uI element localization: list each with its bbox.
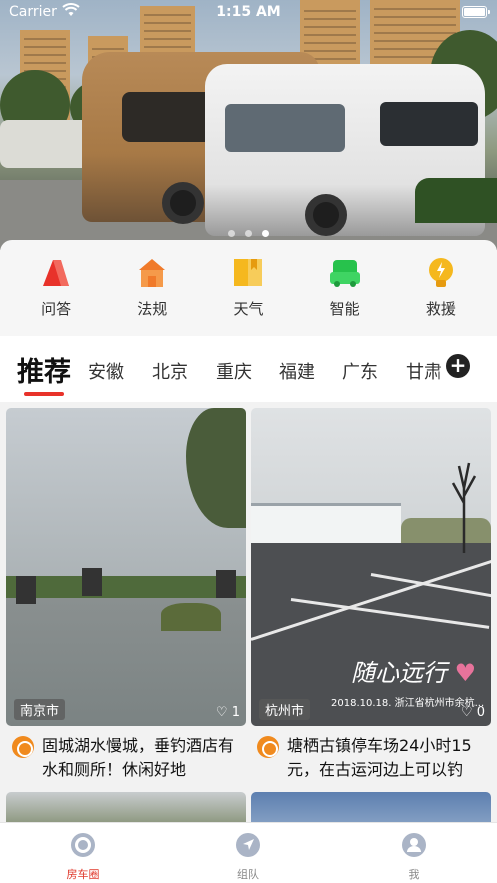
tab-guangdong[interactable]: 广东 <box>342 358 378 384</box>
like-count[interactable]: ♡ 1 <box>216 705 240 720</box>
quick-action-label: 天气 <box>233 300 264 318</box>
quick-action-smart[interactable]: 智能 <box>305 240 385 336</box>
post-image-peek[interactable] <box>251 792 491 822</box>
region-tabs: 推荐 安徽 北京 重庆 福建 广东 甘肃 + <box>0 336 497 402</box>
quick-actions: 问答 法规 天气 智能 救援 <box>0 240 497 336</box>
battery-icon <box>462 6 490 18</box>
active-tab-indicator <box>24 392 64 396</box>
warehouse <box>251 503 401 543</box>
like-count-value: 1 <box>231 705 240 720</box>
post-card[interactable]: 随心远行 ♥ 2018.10.18. 浙江省杭州市余杭... 杭州市 ♡ 0 塘… <box>251 408 491 782</box>
smart-car-icon <box>328 256 362 290</box>
post-title: 塘栖古镇停车场24小时15元，在古运河边上可以钓 <box>287 736 472 779</box>
tab-beijing[interactable]: 北京 <box>152 358 188 384</box>
wheel <box>162 182 204 224</box>
post-feed: 南京市 ♡ 1 固城湖水慢城，垂钓酒店有水和厕所！休闲好地 随心远行 ♥ 201… <box>0 402 497 822</box>
post-image[interactable]: 随心远行 ♥ 2018.10.18. 浙江省杭州市余杭... 杭州市 ♡ 0 <box>251 408 491 726</box>
quick-action-weather[interactable]: 天气 <box>208 240 288 336</box>
add-tab-button[interactable]: + <box>446 354 470 378</box>
photo-signature: 随心远行 ♥ <box>351 653 476 688</box>
status-bar: Carrier 1:15 AM <box>0 0 497 24</box>
heart-icon: ♡ <box>460 705 473 720</box>
nav-label: 组队 <box>237 868 259 881</box>
quick-action-rescue[interactable]: 救援 <box>401 240 481 336</box>
post-title: 固城湖水慢城，垂钓酒店有水和厕所！休闲好地 <box>42 736 235 779</box>
nav-me[interactable]: 我 <box>364 831 464 882</box>
windshield <box>225 104 345 152</box>
nav-team[interactable]: 组队 <box>198 831 298 882</box>
photo-signature-text: 随心远行 <box>351 659 447 687</box>
regulations-house-icon <box>135 256 169 290</box>
like-count[interactable]: ♡ 0 <box>461 705 485 720</box>
heart-stamp-icon: ♥ <box>454 659 477 687</box>
quick-action-label: 问答 <box>41 300 72 318</box>
tab-anhui[interactable]: 安徽 <box>88 358 124 384</box>
user-profile-icon <box>400 831 428 859</box>
tab-fujian[interactable]: 福建 <box>279 358 315 384</box>
source-logo-icon <box>12 736 34 758</box>
pavilion <box>16 576 36 604</box>
bottom-tab-bar: 房车圈 组队 我 <box>0 822 497 883</box>
status-time: 1:15 AM <box>216 4 281 20</box>
carousel-dot[interactable] <box>245 230 252 237</box>
rescue-lightbulb-icon <box>424 256 458 290</box>
heart-icon: ♡ <box>215 705 228 720</box>
post-card[interactable]: 南京市 ♡ 1 固城湖水慢城，垂钓酒店有水和厕所！休闲好地 <box>6 408 246 782</box>
pavilion <box>82 568 102 596</box>
navigation-arrow-icon <box>234 831 262 859</box>
carousel-dot[interactable] <box>228 230 235 237</box>
reeds <box>161 603 221 631</box>
nav-label: 房车圈 <box>66 868 100 881</box>
quick-action-label: 法规 <box>137 300 168 318</box>
nav-rv-circle[interactable]: 房车圈 <box>33 831 133 882</box>
quick-action-label: 救援 <box>425 300 456 318</box>
city-tag: 南京市 <box>14 699 66 720</box>
carousel-dot-active[interactable] <box>262 230 269 237</box>
qa-icon <box>39 256 73 290</box>
quick-action-regulations[interactable]: 法规 <box>112 240 192 336</box>
tab-chongqing[interactable]: 重庆 <box>216 358 252 384</box>
post-image-peek[interactable] <box>6 792 246 822</box>
circle-target-icon <box>69 831 97 859</box>
shoreline <box>6 576 246 600</box>
pavilion <box>216 570 236 598</box>
bare-tree <box>451 462 477 553</box>
weather-book-icon <box>231 256 265 290</box>
carousel-dots <box>0 230 497 237</box>
city-tag: 杭州市 <box>259 699 311 720</box>
like-count-value: 0 <box>476 705 485 720</box>
side-window <box>380 102 478 146</box>
banner-carousel[interactable] <box>0 0 497 250</box>
white-van <box>0 120 95 168</box>
quick-action-label: 智能 <box>329 300 360 318</box>
tab-recommended[interactable]: 推荐 <box>17 350 71 389</box>
nav-label: 我 <box>408 868 420 881</box>
hedge <box>415 178 497 223</box>
quick-action-qa[interactable]: 问答 <box>16 240 96 336</box>
post-image[interactable]: 南京市 ♡ 1 <box>6 408 246 726</box>
source-logo-icon <box>257 736 279 758</box>
